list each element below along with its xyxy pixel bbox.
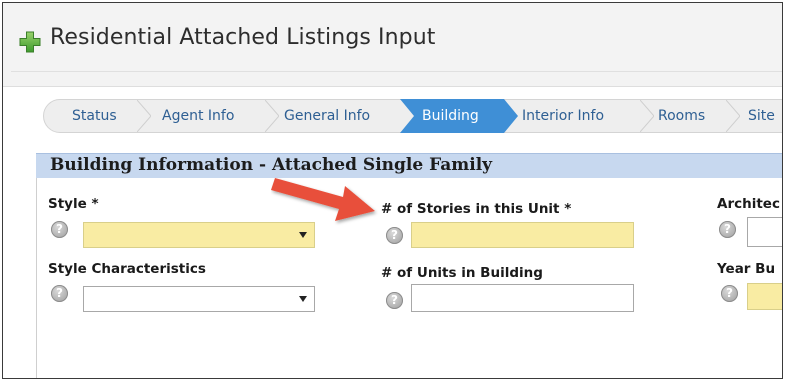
window-frame: Residential Attached Listings Input Stat… <box>2 2 783 379</box>
stories-in-unit-input[interactable] <box>411 222 634 248</box>
step-status[interactable]: Status <box>72 100 117 132</box>
step-status-label: Status <box>72 108 117 124</box>
step-interior-info-label: Interior Info <box>522 108 605 124</box>
page-header: Residential Attached Listings Input <box>3 3 782 87</box>
step-building[interactable]: Building <box>422 100 479 132</box>
page-title: Residential Attached Listings Input <box>50 25 436 50</box>
step-rooms[interactable]: Rooms <box>658 100 705 132</box>
architecture-label: Architec <box>717 196 780 212</box>
chevron-down-icon <box>299 296 307 302</box>
step-separator <box>265 100 279 132</box>
help-icon[interactable]: ? <box>386 227 403 244</box>
header-divider <box>11 71 782 72</box>
help-icon[interactable]: ? <box>51 285 68 302</box>
units-in-building-label: # of Units in Building <box>381 265 543 281</box>
step-separator <box>137 100 151 132</box>
year-built-label: Year Bu <box>717 261 776 277</box>
content-left-border <box>36 153 37 378</box>
help-icon[interactable]: ? <box>51 221 68 238</box>
step-general-info[interactable]: General Info <box>284 100 370 132</box>
step-general-info-label: General Info <box>284 108 371 124</box>
plus-icon[interactable] <box>18 30 42 54</box>
architecture-input[interactable] <box>747 217 782 247</box>
year-built-input[interactable] <box>747 283 782 310</box>
style-label: Style * <box>48 196 99 212</box>
step-site-label: Site <box>748 108 775 124</box>
step-site[interactable]: Site <box>748 100 775 132</box>
step-separator <box>640 100 654 132</box>
step-rooms-label: Rooms <box>658 108 706 124</box>
style-characteristics-select[interactable] <box>83 286 315 312</box>
help-icon[interactable]: ? <box>719 221 736 238</box>
step-interior-info[interactable]: Interior Info <box>522 100 604 132</box>
units-in-building-input[interactable] <box>411 284 634 312</box>
stories-in-unit-label: # of Stories in this Unit * <box>381 201 572 217</box>
style-characteristics-label: Style Characteristics <box>48 261 206 277</box>
section-header: Building Information - Attached Single F… <box>36 153 782 178</box>
help-icon[interactable]: ? <box>386 292 403 309</box>
help-icon[interactable]: ? <box>721 285 738 302</box>
step-navigation: Status Agent Info General Info Building … <box>43 99 782 133</box>
chevron-down-icon <box>299 232 307 238</box>
step-separator <box>726 100 740 132</box>
annotation-arrow <box>271 178 375 221</box>
step-agent-info-label: Agent Info <box>162 108 235 124</box>
step-agent-info[interactable]: Agent Info <box>162 100 234 132</box>
step-building-label: Building <box>422 108 479 124</box>
